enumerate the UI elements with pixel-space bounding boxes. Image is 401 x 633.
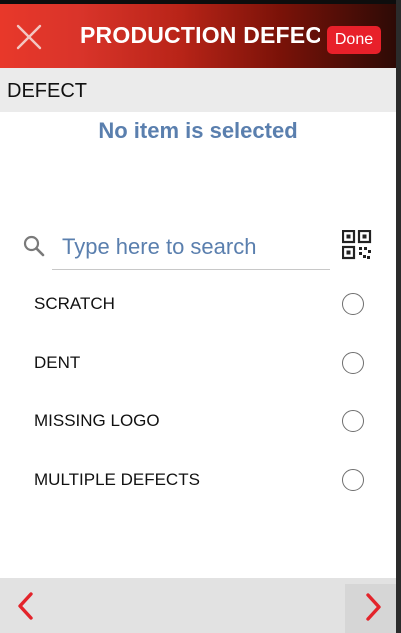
radio-button[interactable] xyxy=(342,410,364,432)
list-item[interactable]: DENT xyxy=(0,335,396,393)
previous-button[interactable] xyxy=(0,578,52,633)
selection-status: No item is selected xyxy=(98,118,298,143)
header-bar: PRODUCTION DEFEC... Done xyxy=(0,0,401,68)
radio-button[interactable] xyxy=(342,469,364,491)
chevron-right-icon xyxy=(366,593,381,621)
close-icon xyxy=(16,24,42,50)
footer-nav xyxy=(0,578,396,633)
next-button[interactable] xyxy=(345,584,396,633)
done-button[interactable]: Done xyxy=(327,26,381,54)
list-item[interactable]: MISSING LOGO xyxy=(0,393,396,451)
app-screen: PRODUCTION DEFEC... Done DEFECT No item … xyxy=(0,0,401,633)
list-item[interactable]: SCRATCH xyxy=(0,276,396,334)
search-icon xyxy=(23,235,45,257)
page-title: PRODUCTION DEFEC... xyxy=(80,22,320,48)
radio-button[interactable] xyxy=(342,293,364,315)
list-item-label: MULTIPLE DEFECTS xyxy=(34,470,200,489)
radio-button[interactable] xyxy=(342,352,364,374)
list-item[interactable]: MULTIPLE DEFECTS xyxy=(0,452,396,510)
section-header: DEFECT xyxy=(0,68,401,112)
qr-scan-button[interactable] xyxy=(341,229,372,260)
qr-code-icon xyxy=(341,229,372,260)
close-button[interactable] xyxy=(10,18,48,56)
list-item-label: SCRATCH xyxy=(34,294,115,313)
list-item-label: MISSING LOGO xyxy=(34,411,160,430)
list-item-label: DENT xyxy=(34,353,81,372)
screen-edge xyxy=(396,0,401,633)
chevron-left-icon xyxy=(18,592,33,620)
section-label: DEFECT xyxy=(7,80,87,102)
search-input[interactable] xyxy=(52,224,330,270)
